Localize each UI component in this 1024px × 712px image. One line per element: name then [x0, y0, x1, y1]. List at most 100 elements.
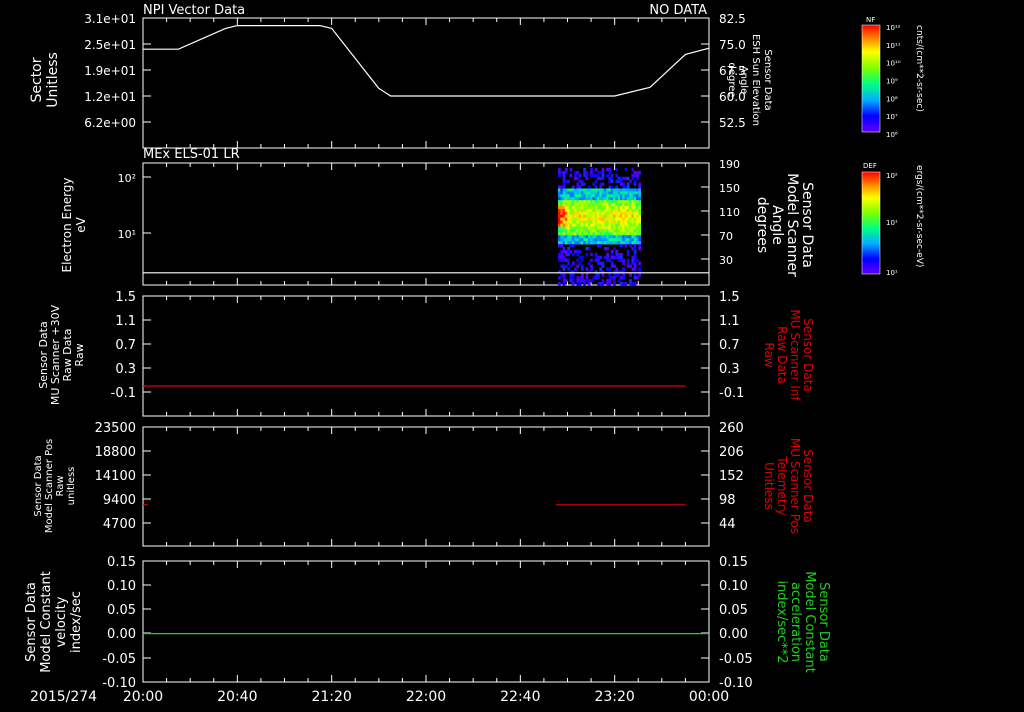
heatmap-cell [622, 217, 625, 222]
heatmap-cell [564, 226, 568, 230]
heatmap-cell [578, 241, 582, 245]
heatmap-cell [597, 188, 600, 192]
heatmap-cell [567, 267, 570, 271]
heatmap-cell [629, 279, 632, 283]
heatmap-cell [567, 229, 570, 233]
heatmap-cell [590, 252, 593, 257]
heatmap-cell [562, 194, 566, 198]
heatmap-cell [638, 185, 642, 189]
heatmap-cell [567, 197, 570, 201]
heatmap-cell [587, 217, 591, 222]
heatmap-cell [633, 252, 637, 257]
heatmap-cell [622, 261, 625, 265]
panel5-right-tick-label: 0.00 [719, 627, 748, 642]
heatmap-cell [619, 182, 623, 186]
heatmap-cell [622, 203, 625, 207]
heatmap-cell [606, 226, 609, 230]
heatmap-cell [569, 235, 573, 239]
heatmap-cell [631, 197, 635, 201]
heatmap-cell [606, 214, 609, 219]
heatmap-cell [619, 176, 623, 181]
heatmap-cell [580, 214, 584, 219]
heatmap-cell [636, 276, 639, 280]
heatmap-cell [564, 168, 568, 172]
plot-stage: NPI Vector Data NO DATA MEx ELS-01 LR Se… [0, 0, 1024, 708]
heatmap-cell [629, 229, 632, 233]
heatmap-cell [629, 282, 632, 286]
heatmap-cell [583, 182, 586, 186]
heatmap-cell [564, 279, 568, 283]
heatmap-cell [576, 211, 580, 216]
heatmap-cell [615, 179, 619, 184]
heatmap-cell [574, 188, 577, 192]
heatmap-cell [633, 282, 637, 286]
panel1-left-tick-label: 3.1e+01 [84, 12, 136, 26]
heatmap-cell [633, 200, 637, 204]
heatmap-cell [583, 238, 586, 242]
heatmap-cell [562, 206, 566, 210]
panel1-left-tick-label: 1.9e+01 [84, 64, 136, 78]
heatmap-cell [585, 220, 589, 224]
panel4-left-label-1: Sensor Data [33, 455, 44, 516]
heatmap-cell [576, 214, 580, 219]
heatmap-cell [638, 214, 642, 219]
heatmap-cell [610, 206, 614, 210]
panel3-right-label-4: Raw [762, 342, 776, 367]
heatmap-cell [562, 232, 566, 236]
heatmap-cell [576, 220, 580, 224]
heatmap-cell [590, 267, 593, 271]
panel3-left-tick-label: 1.1 [115, 314, 136, 329]
heatmap-cell [585, 206, 589, 210]
heatmap-cell [633, 223, 637, 227]
heatmap-cell [622, 206, 625, 210]
heatmap-cell [587, 232, 591, 236]
heatmap-cell [583, 203, 586, 207]
heatmap-cell [560, 264, 564, 268]
heatmap-cell [626, 264, 630, 268]
heatmap-cell [564, 229, 568, 233]
heatmap-cell [626, 191, 630, 195]
heatmap-cell [592, 229, 596, 233]
heatmap-cell [626, 226, 630, 230]
heatmap-cell [574, 220, 577, 224]
heatmap-cell [615, 208, 619, 213]
heatmap-cell [592, 188, 596, 192]
heatmap-cell [597, 244, 600, 248]
heatmap-cell [615, 232, 619, 236]
heatmap-cell [636, 173, 639, 178]
heatmap-cell [580, 276, 584, 280]
heatmap-cell [597, 200, 600, 204]
heatmap-cell [560, 191, 564, 195]
heatmap-cell [608, 176, 612, 181]
heatmap-cell [631, 238, 635, 242]
heatmap-cell [638, 241, 642, 245]
heatmap-cell [594, 232, 598, 236]
heatmap-cell [560, 220, 564, 224]
heatmap-cell [608, 273, 612, 277]
heatmap-cell [597, 173, 600, 178]
heatmap-cell [567, 249, 570, 254]
heatmap-cell [599, 191, 603, 195]
heatmap-cell [587, 185, 591, 189]
heatmap-cell [636, 176, 639, 181]
heatmap-cell [564, 235, 568, 239]
heatmap-cell [569, 188, 573, 192]
heatmap-cell [608, 185, 612, 189]
heatmap-cell [601, 282, 605, 286]
heatmap-cell [626, 252, 630, 257]
heatmap-cell [594, 168, 598, 172]
panel5-left-label-1: Sensor Data [24, 582, 39, 662]
heatmap-cell [633, 173, 637, 178]
heatmap-cell [564, 220, 568, 224]
heatmap-cell [580, 179, 584, 184]
panel2-right-tick-label: 70 [719, 230, 733, 243]
heatmap-cell [610, 249, 614, 254]
heatmap-cell [633, 203, 637, 207]
heatmap-cell [587, 223, 591, 227]
heatmap-cell [560, 223, 564, 227]
heatmap-cell [631, 214, 635, 219]
heatmap-cell [626, 220, 630, 224]
panel2-right-label-3: Angle [769, 205, 785, 245]
heatmap-cell [631, 258, 635, 262]
heatmap-cell [562, 208, 566, 213]
